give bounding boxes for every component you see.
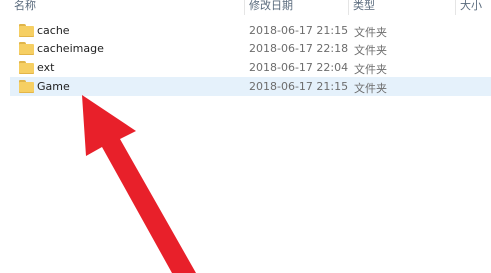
red-arrow-icon [82,95,196,273]
red-arrow-annotation [82,95,196,273]
